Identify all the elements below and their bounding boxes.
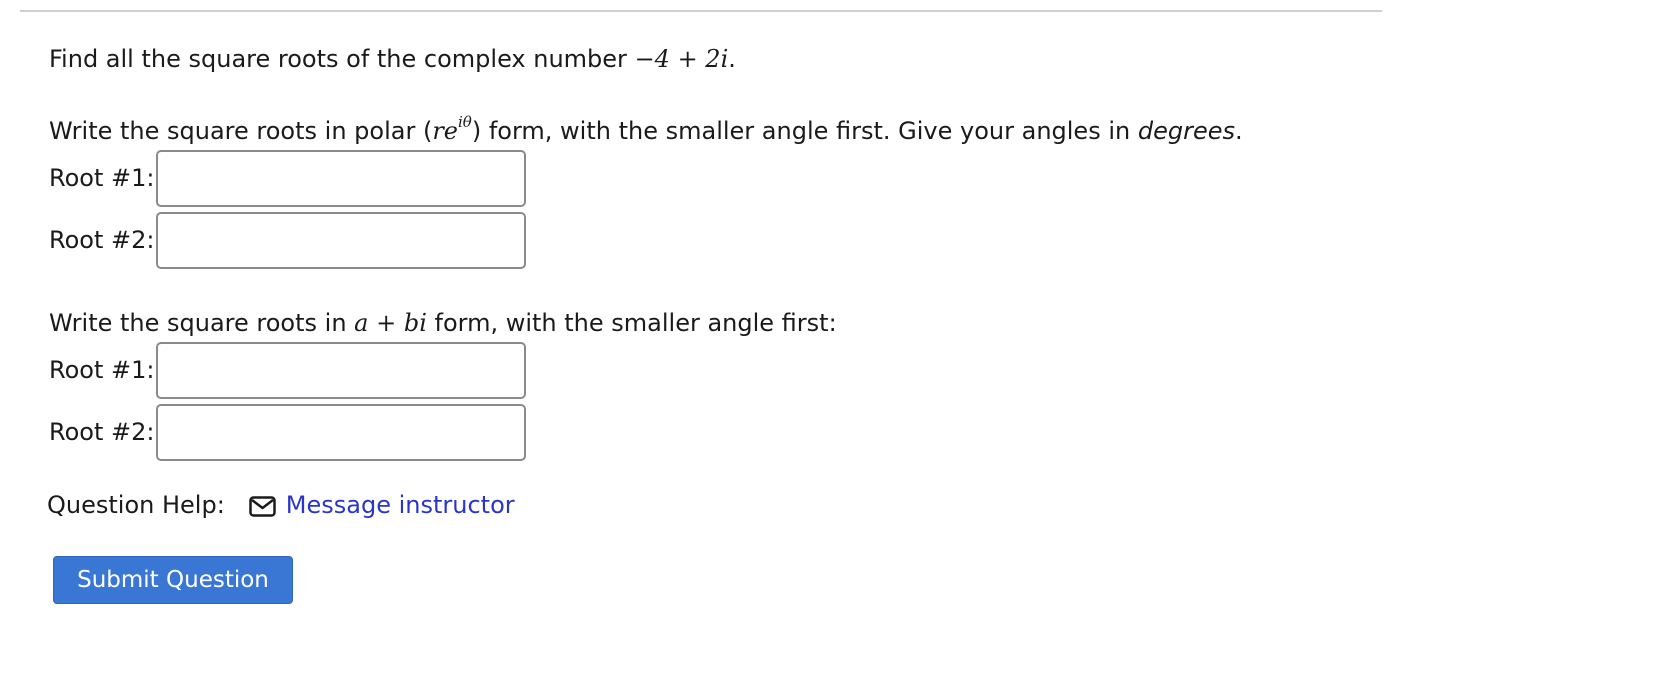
prompt-text: Find all the square roots of the complex… (49, 45, 627, 73)
prompt-math: −4 + 2i (634, 45, 729, 73)
rect-root-2-label: Root #2: (49, 418, 155, 446)
polar-root-1-input[interactable] (156, 150, 526, 207)
polar-text-1: Write the square roots in polar ( (49, 117, 433, 145)
question-help: Question Help: Message instructor (47, 490, 515, 520)
rect-root-1-label: Root #1: (49, 356, 155, 384)
top-divider (20, 10, 1382, 12)
rect-text-2: form, with the smaller angle first: (426, 309, 837, 337)
rect-math: a + bi (354, 309, 427, 337)
polar-text-3: . (1234, 117, 1243, 145)
polar-root-2-input[interactable] (156, 212, 526, 269)
polar-root-2-label: Root #2: (49, 226, 155, 254)
mail-icon[interactable] (249, 495, 276, 517)
rect-instructions: Write the square roots in a + bi form, w… (49, 308, 837, 338)
question-prompt: Find all the square roots of the complex… (49, 44, 736, 74)
polar-math-exponent: iθ (458, 113, 472, 131)
rect-root-2-input[interactable] (156, 404, 526, 461)
prompt-end: . (728, 45, 736, 73)
submit-question-button[interactable]: Submit Question (53, 556, 293, 604)
rect-text-1: Write the square roots in (49, 309, 355, 337)
polar-root-1-label: Root #1: (49, 164, 155, 192)
polar-text-2: ) form, with the smaller angle first. Gi… (471, 117, 1138, 145)
rect-root-1-input[interactable] (156, 342, 526, 399)
question-help-label: Question Help: (47, 491, 225, 519)
polar-math: reiθ (432, 115, 472, 146)
polar-instructions: Write the square roots in polar (reiθ) f… (49, 115, 1243, 146)
polar-text-emphasis: degrees (1137, 117, 1235, 145)
message-instructor-link[interactable]: Message instructor (286, 491, 515, 519)
polar-math-base: re (432, 117, 458, 145)
